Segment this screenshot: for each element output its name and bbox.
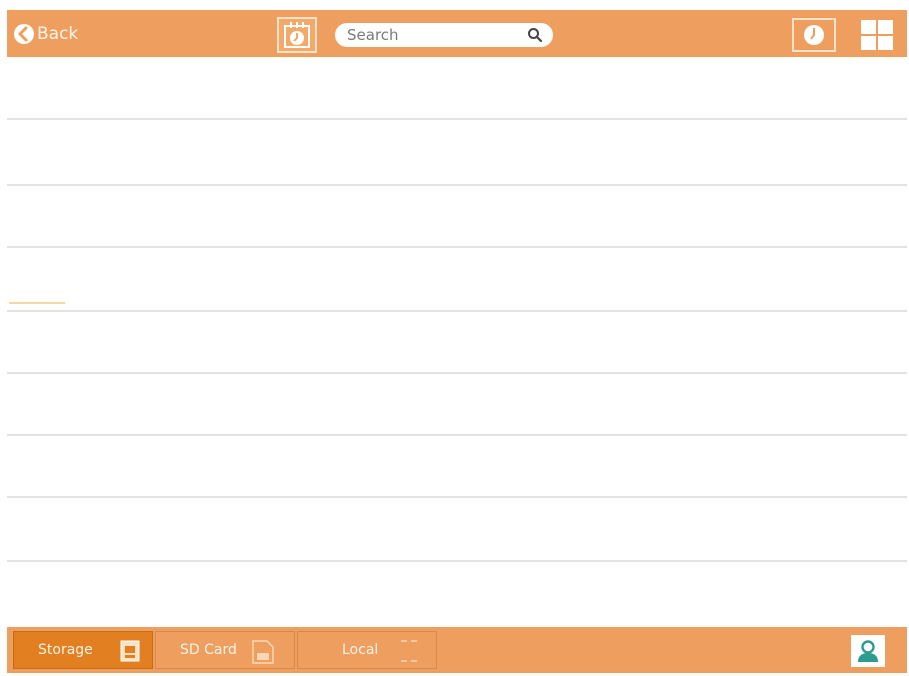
list-item[interactable] [7, 562, 907, 625]
search-bar [335, 23, 553, 47]
clock-icon [804, 25, 824, 45]
list-item[interactable] [7, 120, 907, 184]
back-button[interactable]: Back [13, 20, 78, 48]
search-icon[interactable] [527, 27, 543, 43]
grid-view-icon [861, 20, 893, 50]
tab-storage-label: Storage [38, 642, 93, 658]
list-item[interactable] [7, 186, 907, 246]
back-label: Back [37, 24, 79, 44]
back-arrow-icon [14, 24, 34, 44]
grid-view-button[interactable] [857, 18, 897, 52]
local-icon [401, 640, 417, 662]
list-item[interactable] [7, 498, 907, 560]
calendar-clock-icon [284, 22, 310, 48]
history-button[interactable] [792, 18, 836, 52]
list-item[interactable] [7, 57, 907, 118]
user-account-button[interactable] [851, 635, 885, 667]
tab-storage[interactable]: Storage [13, 631, 153, 669]
search-input[interactable] [347, 26, 527, 44]
bottom-bar: Storage SD Card Local [7, 627, 907, 673]
tab-sd-card-label: SD Card [180, 642, 237, 658]
user-icon [858, 640, 878, 662]
storage-icon [120, 640, 140, 662]
file-list [7, 57, 907, 625]
list-item[interactable] [7, 374, 907, 434]
selection-indicator [9, 302, 65, 304]
calendar-button[interactable] [277, 17, 317, 53]
list-item[interactable] [7, 436, 907, 496]
sd-card-icon [252, 640, 274, 664]
list-item[interactable] [7, 248, 907, 310]
app-screen: Back Search Storage SD Card Local [0, 0, 909, 676]
top-bar: Back [7, 10, 907, 57]
tab-sd-card[interactable]: SD Card [155, 631, 295, 669]
tab-local[interactable]: Local [297, 631, 437, 669]
list-item[interactable] [7, 312, 907, 372]
tab-local-label: Local [342, 642, 379, 658]
